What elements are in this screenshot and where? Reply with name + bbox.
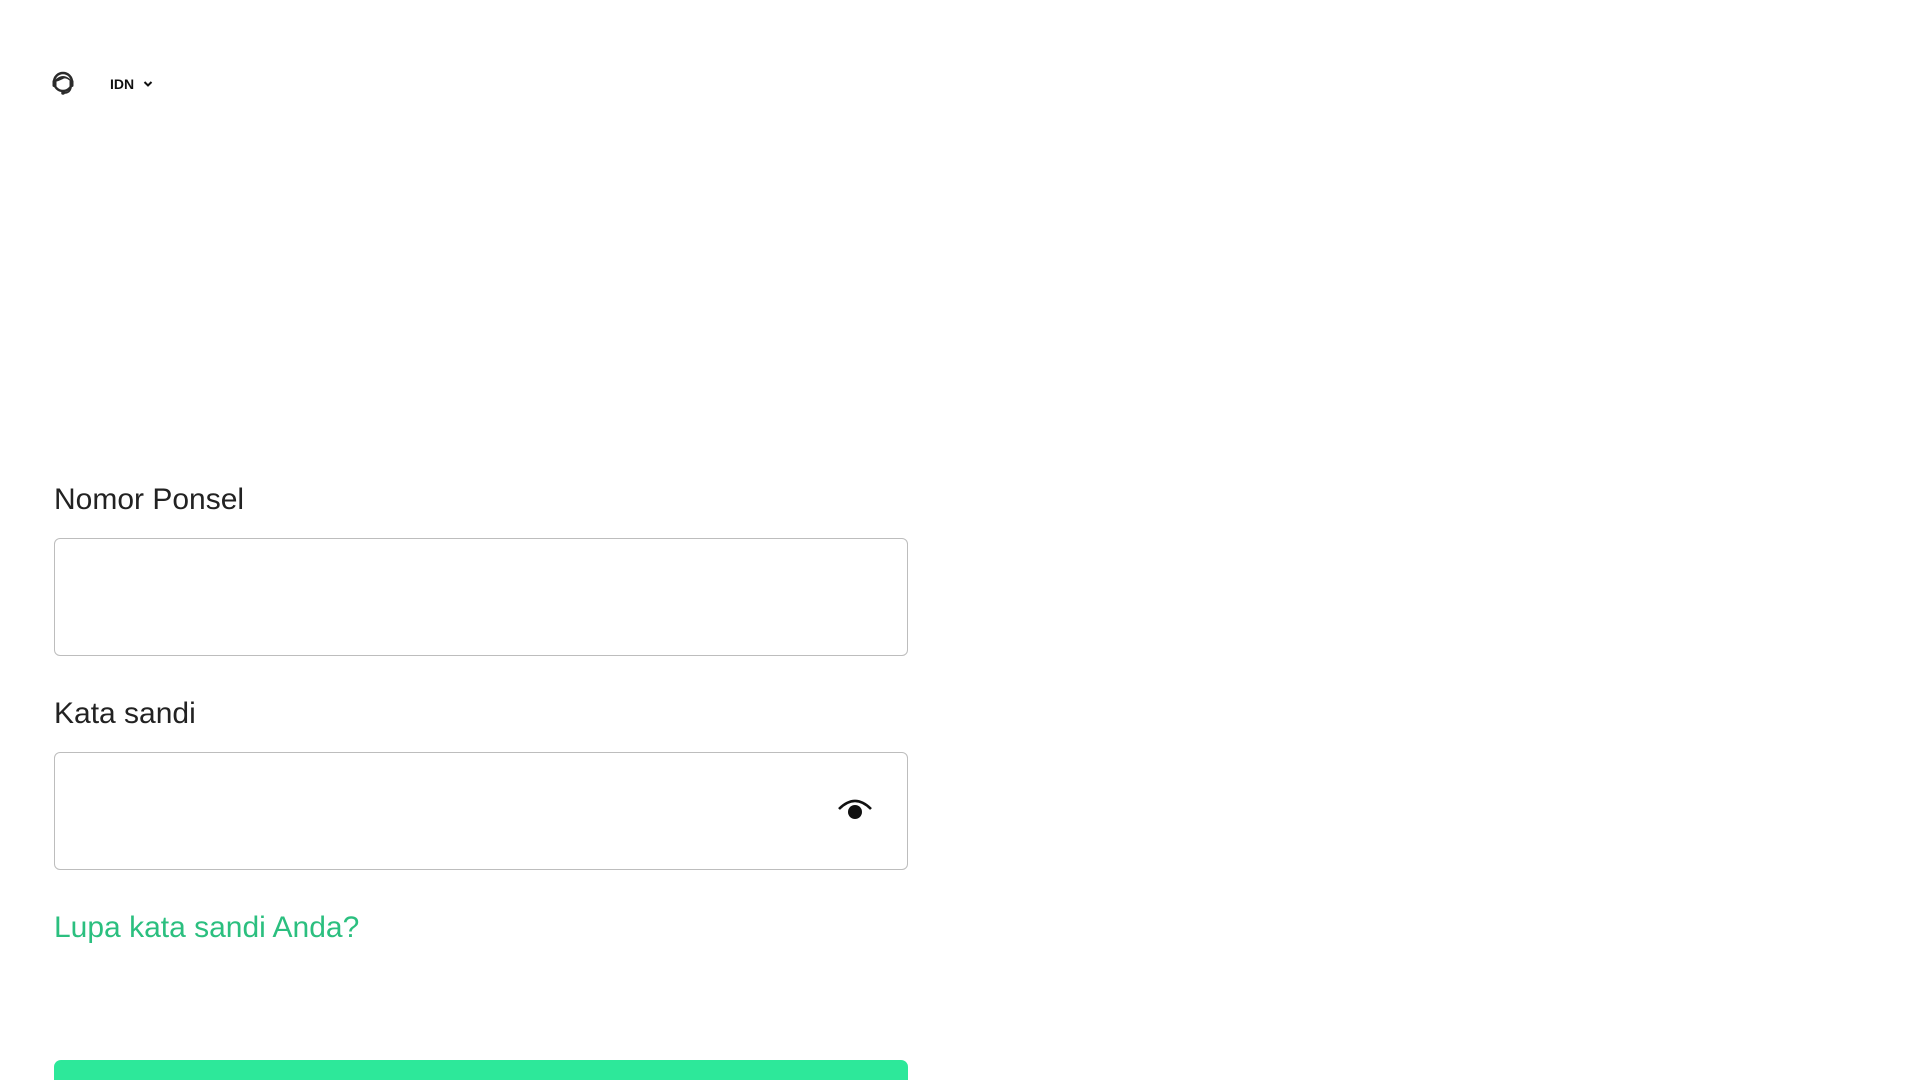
phone-label: Nomor Ponsel (54, 483, 245, 516)
login-form: Nomor Ponsel Kata sandi Lupa kata sandi … (54, 482, 910, 946)
forgot-password-link[interactable]: Lupa kata sandi Anda? (54, 910, 359, 946)
chevron-down-icon (143, 79, 153, 89)
login-button[interactable] (54, 1060, 908, 1080)
password-field-box (54, 752, 908, 870)
phone-field-box (54, 538, 908, 656)
login-page: IDN Nomor Ponsel Kata sandi Lupa kata sa… (0, 0, 1920, 1080)
top-bar: IDN (49, 68, 153, 100)
password-label: Kata sandi (54, 697, 196, 730)
language-label: IDN (110, 76, 135, 92)
eye-icon[interactable] (837, 795, 873, 825)
language-selector[interactable]: IDN (110, 76, 153, 92)
password-input[interactable] (55, 753, 907, 869)
phone-input[interactable] (55, 539, 907, 655)
customer-support-icon[interactable] (49, 69, 77, 99)
